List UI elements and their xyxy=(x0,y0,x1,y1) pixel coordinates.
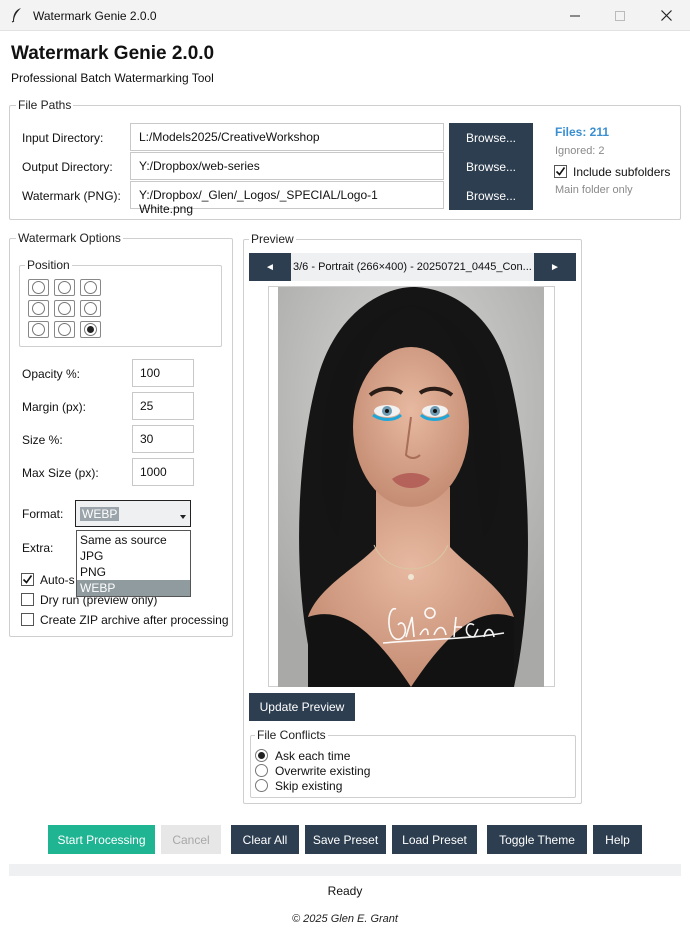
app-heading: Watermark Genie 2.0.0 xyxy=(11,43,215,64)
radio-icon xyxy=(58,323,71,336)
chevron-down-icon xyxy=(180,515,186,519)
watermark-options-legend: Watermark Options xyxy=(16,231,123,245)
position-bottom-left[interactable] xyxy=(28,321,49,338)
overwrite-existing-radio[interactable] xyxy=(255,764,268,777)
save-preset-button[interactable]: Save Preset xyxy=(305,825,386,854)
ask-each-time-radio[interactable] xyxy=(255,749,268,762)
footer-copyright: © 2025 Glen E. Grant xyxy=(292,913,398,925)
position-group: Position xyxy=(19,258,222,347)
browse-input-button[interactable]: Browse... xyxy=(449,123,533,152)
radio-icon xyxy=(84,302,97,315)
format-dropdown-list: Same as source JPG PNG WEBP xyxy=(76,530,191,597)
main-folder-only-label: Main folder only xyxy=(555,184,633,196)
max-size-label: Max Size (px): xyxy=(22,466,99,480)
output-directory-field[interactable]: Y:/Dropbox/web-series xyxy=(130,152,444,180)
radio-icon xyxy=(58,302,71,315)
include-subfolders-label: Include subfolders xyxy=(573,165,671,179)
size-input[interactable]: 30 xyxy=(132,425,194,453)
watermark-field[interactable]: Y:/Dropbox/_Glen/_Logos/_SPECIAL/Logo-1 … xyxy=(130,181,444,216)
files-count: Files: 211 xyxy=(555,125,610,139)
skip-existing-label: Skip existing xyxy=(275,779,343,793)
position-middle-right[interactable] xyxy=(80,300,101,317)
format-option-selected[interactable]: WEBP xyxy=(77,580,190,596)
radio-icon xyxy=(84,281,97,294)
preview-legend: Preview xyxy=(249,232,296,246)
window-title: Watermark Genie 2.0.0 xyxy=(33,9,157,23)
input-directory-field[interactable]: L:/Models2025/CreativeWorkshop xyxy=(130,123,444,151)
auto-checkbox[interactable] xyxy=(21,573,34,586)
file-conflicts-legend: File Conflicts xyxy=(255,728,328,742)
prev-image-button[interactable]: ◄ xyxy=(249,253,291,281)
input-directory-label: Input Directory: xyxy=(22,131,104,145)
position-middle-left[interactable] xyxy=(28,300,49,317)
minimize-icon[interactable] xyxy=(552,0,598,31)
load-preset-button[interactable]: Load Preset xyxy=(392,825,477,854)
include-subfolders-checkbox[interactable] xyxy=(554,165,567,178)
format-label: Format: xyxy=(22,507,64,521)
browse-watermark-button[interactable]: Browse... xyxy=(449,181,533,210)
clear-all-button[interactable]: Clear All xyxy=(231,825,299,854)
next-image-button[interactable]: ► xyxy=(534,253,576,281)
feather-icon xyxy=(9,7,25,23)
zip-label: Create ZIP archive after processing xyxy=(40,613,229,627)
format-select[interactable]: WEBP xyxy=(75,500,191,527)
start-processing-button[interactable]: Start Processing xyxy=(48,825,155,854)
radio-icon xyxy=(58,281,71,294)
maximize-icon[interactable] xyxy=(597,0,643,31)
zip-checkbox[interactable] xyxy=(21,613,34,626)
ignored-count: Ignored: 2 xyxy=(555,145,605,157)
margin-label: Margin (px): xyxy=(22,400,87,414)
extra-label: Extra: xyxy=(22,541,54,555)
update-preview-button[interactable]: Update Preview xyxy=(249,693,355,721)
position-bottom-center[interactable] xyxy=(54,321,75,338)
file-paths-legend: File Paths xyxy=(16,98,74,112)
radio-icon xyxy=(32,302,45,315)
help-button[interactable]: Help xyxy=(593,825,642,854)
auto-label: Auto-s xyxy=(40,573,75,587)
radio-icon xyxy=(32,281,45,294)
progress-bar xyxy=(9,864,681,876)
ask-each-time-label: Ask each time xyxy=(275,749,351,763)
preview-image-title: 3/6 - Portrait (266×400) - 20250721_0445… xyxy=(291,253,534,281)
opacity-input[interactable]: 100 xyxy=(132,359,194,387)
radio-icon xyxy=(32,323,45,336)
format-select-value: WEBP xyxy=(80,507,120,521)
format-option[interactable]: PNG xyxy=(77,564,190,580)
position-top-right[interactable] xyxy=(80,279,101,296)
cancel-button[interactable]: Cancel xyxy=(161,825,221,854)
watermark-label: Watermark (PNG): xyxy=(22,189,121,203)
margin-input[interactable]: 25 xyxy=(132,392,194,420)
position-top-left[interactable] xyxy=(28,279,49,296)
overwrite-existing-label: Overwrite existing xyxy=(275,764,371,778)
app-subtitle: Professional Batch Watermarking Tool xyxy=(11,71,214,85)
preview-image xyxy=(278,287,544,687)
format-option[interactable]: JPG xyxy=(77,548,190,564)
close-icon[interactable] xyxy=(643,0,689,31)
skip-existing-radio[interactable] xyxy=(255,779,268,792)
opacity-label: Opacity %: xyxy=(22,367,81,381)
output-directory-label: Output Directory: xyxy=(22,160,113,174)
position-middle-center[interactable] xyxy=(54,300,75,317)
dry-run-checkbox[interactable] xyxy=(21,593,34,606)
toggle-theme-button[interactable]: Toggle Theme xyxy=(487,825,587,854)
max-size-input[interactable]: 1000 xyxy=(132,458,194,486)
format-option[interactable]: Same as source xyxy=(77,532,190,548)
position-legend: Position xyxy=(25,258,72,272)
position-top-center[interactable] xyxy=(54,279,75,296)
radio-selected-icon xyxy=(84,323,97,336)
browse-output-button[interactable]: Browse... xyxy=(449,152,533,181)
status-text: Ready xyxy=(327,884,363,898)
position-bottom-right[interactable] xyxy=(80,321,101,338)
size-label: Size %: xyxy=(22,433,63,447)
